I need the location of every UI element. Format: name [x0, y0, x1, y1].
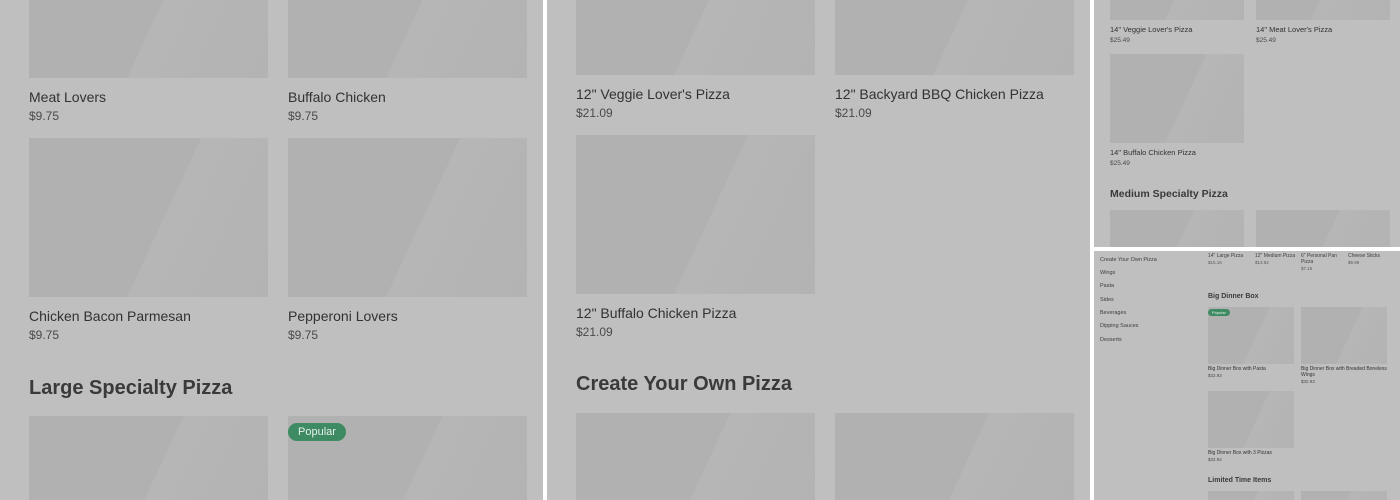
menu-item-mini[interactable]: 6" Personal Pan Pizza $7.15	[1301, 253, 1343, 272]
item-name[interactable]: 12" Buffalo Chicken Pizza	[576, 305, 736, 321]
item-price: $9.75	[288, 109, 319, 123]
item-price: $32.94	[1208, 457, 1222, 462]
item-name[interactable]: 6" Personal Pan Pizza	[1301, 253, 1337, 265]
nav-item-wings[interactable]: Wings	[1100, 270, 1115, 276]
nav-item-create-your-own-pizza[interactable]: Create Your Own Pizza	[1100, 257, 1157, 263]
item-image[interactable]	[576, 413, 815, 500]
item-name[interactable]: Big Dinner Box with Breaded Boneless Win…	[1301, 366, 1389, 378]
nav-item-sides[interactable]: Sides	[1100, 297, 1114, 303]
item-image[interactable]	[29, 138, 268, 297]
item-name[interactable]: Cheese Sticks	[1348, 253, 1380, 259]
item-image[interactable]	[1110, 54, 1244, 143]
item-name[interactable]: 14" Meat Lover's Pizza	[1256, 25, 1332, 34]
item-image[interactable]	[288, 0, 527, 78]
item-image[interactable]	[1256, 210, 1390, 247]
menu-panel-1: Meat Lovers $9.75 Buffalo Chicken $9.75 …	[0, 0, 543, 500]
item-name[interactable]: Chicken Bacon Parmesan	[29, 308, 191, 324]
item-name[interactable]: 14" Buffalo Chicken Pizza	[1110, 148, 1196, 157]
item-name[interactable]: 14" Veggie Lover's Pizza	[1110, 25, 1192, 34]
item-price: $32.93	[1208, 373, 1222, 378]
item-name[interactable]: 14" Large Pizza	[1208, 253, 1243, 259]
item-image[interactable]	[835, 0, 1074, 75]
item-image[interactable]	[1256, 0, 1390, 20]
item-price: $25.49	[1110, 37, 1130, 44]
item-name[interactable]: 12" Backyard BBQ Chicken Pizza	[835, 86, 1044, 102]
popular-badge: Popular	[288, 423, 346, 441]
item-image[interactable]	[576, 0, 815, 75]
item-image[interactable]	[29, 416, 268, 500]
item-image[interactable]	[1208, 491, 1294, 500]
section-title: Big Dinner Box	[1208, 293, 1259, 300]
item-image[interactable]	[576, 135, 815, 294]
section-title: Limited Time Items	[1208, 477, 1272, 484]
popular-badge: Popular	[1208, 309, 1230, 316]
nav-item-pasta[interactable]: Pasta	[1100, 283, 1114, 289]
item-price: $13.92	[1255, 260, 1269, 265]
menu-panel-2: 12" Veggie Lover's Pizza $21.09 12" Back…	[547, 0, 1090, 500]
item-image[interactable]	[1110, 0, 1244, 20]
item-image[interactable]	[1301, 307, 1387, 364]
item-image[interactable]	[1301, 491, 1387, 500]
item-price: $21.09	[576, 106, 613, 120]
menu-item-mini[interactable]: 12" Medium Pizza $13.92	[1255, 253, 1297, 266]
item-image[interactable]	[1110, 210, 1244, 247]
menu-item-mini[interactable]: Cheese Sticks $9.99	[1348, 253, 1390, 266]
item-name[interactable]: Big Dinner Box with 3 Pizzas	[1208, 450, 1296, 456]
item-price: $25.49	[1256, 37, 1276, 44]
menu-panel-4: Create Your Own Pizza Wings Pasta Sides …	[1094, 251, 1400, 500]
item-name[interactable]: Buffalo Chicken	[288, 89, 386, 105]
item-price: $9.75	[29, 109, 60, 123]
item-price: $32.93	[1301, 379, 1315, 384]
item-price: $7.15	[1301, 266, 1313, 271]
item-name[interactable]: 12" Medium Pizza	[1255, 253, 1295, 259]
item-price: $21.09	[835, 106, 872, 120]
item-price: $9.75	[288, 328, 319, 342]
menu-panel-3: 14" Veggie Lover's Pizza $25.49 14" Meat…	[1094, 0, 1400, 247]
item-price: $15.16	[1208, 260, 1222, 265]
nav-item-dipping-sauces[interactable]: Dipping Sauces	[1100, 323, 1139, 329]
menu-item-mini[interactable]: 14" Large Pizza $15.16	[1208, 253, 1250, 266]
item-price: $9.75	[29, 328, 60, 342]
nav-item-beverages[interactable]: Beverages	[1100, 310, 1126, 316]
item-image[interactable]	[29, 0, 268, 78]
item-name[interactable]: Meat Lovers	[29, 89, 106, 105]
section-title: Create Your Own Pizza	[576, 373, 792, 395]
item-image[interactable]	[288, 138, 527, 297]
item-name[interactable]: Big Dinner Box with Pasta	[1208, 366, 1296, 372]
item-price: $21.09	[576, 325, 613, 339]
item-image[interactable]	[1208, 391, 1294, 448]
item-name[interactable]: Pepperoni Lovers	[288, 308, 398, 324]
section-title: Large Specialty Pizza	[29, 377, 233, 399]
nav-item-desserts[interactable]: Desserts	[1100, 337, 1122, 343]
item-image[interactable]	[835, 413, 1074, 500]
section-title: Medium Specialty Pizza	[1110, 188, 1228, 200]
item-price: $25.49	[1110, 160, 1130, 167]
item-name[interactable]: 12" Veggie Lover's Pizza	[576, 86, 730, 102]
item-price: $9.99	[1348, 260, 1360, 265]
